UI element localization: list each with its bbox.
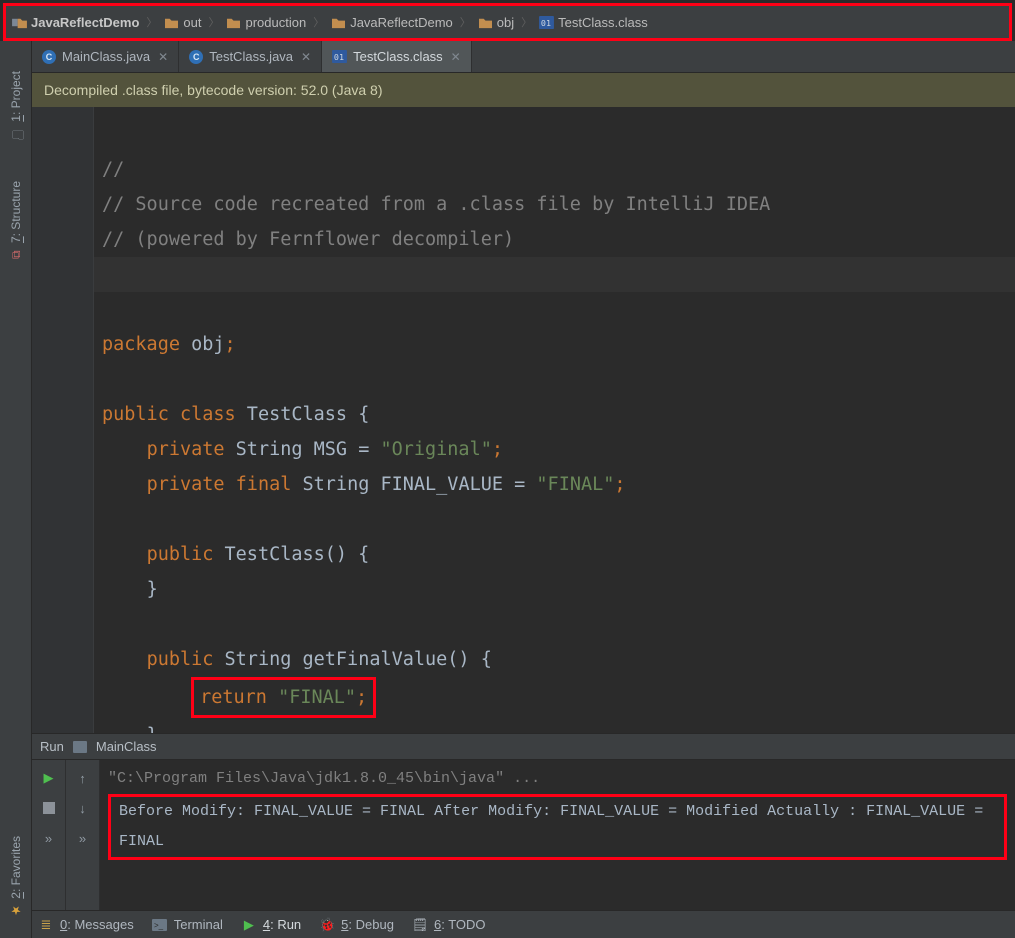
highlighted-output: Before Modify: FINAL_VALUE = FINAL After… [108, 794, 1007, 860]
run-config-name: MainClass [96, 739, 157, 754]
project-icon: 🗀 [9, 127, 23, 141]
breadcrumb-label: JavaReflectDemo [31, 15, 139, 30]
folder-icon [331, 16, 346, 29]
tab-testclass-java[interactable]: C TestClass.java ✕ [179, 41, 322, 72]
breadcrumb-label: out [183, 15, 201, 30]
project-root-icon [12, 16, 27, 29]
close-icon[interactable]: ✕ [156, 50, 168, 64]
console-command: "C:\Program Files\Java\jdk1.8.0_45\bin\j… [108, 770, 540, 787]
app-icon [72, 740, 88, 754]
decompiled-notice: Decompiled .class file, bytecode version… [32, 73, 1015, 107]
breadcrumb-item[interactable]: JavaReflectDemo [12, 15, 139, 30]
chevron-right-icon: 〉 [520, 14, 533, 30]
gutter[interactable] [32, 107, 94, 733]
editor-column: C MainClass.java ✕ C TestClass.java ✕ 01… [32, 41, 1015, 938]
breadcrumb-label: TestClass.class [558, 15, 648, 30]
star-icon: ★ [9, 904, 23, 918]
tool-messages[interactable]: ≣ 0: Messages [38, 917, 134, 932]
terminal-icon: >_ [152, 918, 168, 932]
run-title: Run [40, 739, 64, 754]
tab-label: TestClass.class [353, 49, 443, 64]
breadcrumb-label: JavaReflectDemo [350, 15, 453, 30]
todo-icon: 🗒 [412, 918, 428, 932]
svg-text:>_: >_ [154, 921, 164, 930]
close-icon[interactable]: ✕ [449, 50, 461, 64]
up-icon[interactable]: ↑ [73, 768, 93, 788]
down-icon[interactable]: ↓ [73, 798, 93, 818]
structure-icon: ⧉ [9, 248, 23, 262]
breadcrumb-item[interactable]: production [226, 15, 306, 30]
main-area: 🗀 1: Project ⧉ 7: Structure ★ 2: Favorit… [0, 41, 1015, 938]
tool-window-project[interactable]: 🗀 1: Project [9, 71, 23, 141]
folder-icon [226, 16, 241, 29]
chevron-right-icon: 〉 [312, 14, 325, 30]
bottom-tool-bar: ≣ 0: Messages >_ Terminal ▶ 4: Run 🐞 5: … [32, 910, 1015, 938]
more-button[interactable]: » [39, 828, 59, 848]
messages-icon: ≣ [38, 918, 54, 932]
ide-window: JavaReflectDemo 〉 out 〉 production 〉 Jav… [0, 0, 1015, 938]
run-icon: ▶ [241, 918, 257, 932]
class-file-icon: 01 [539, 16, 554, 29]
class-file-icon: 01 [332, 50, 347, 63]
chevron-right-icon: 〉 [145, 14, 158, 30]
breadcrumb[interactable]: JavaReflectDemo 〉 out 〉 production 〉 Jav… [3, 3, 1012, 41]
breadcrumb-label: production [245, 15, 306, 30]
close-icon[interactable]: ✕ [299, 50, 311, 64]
tab-testclass-class[interactable]: 01 TestClass.class ✕ [322, 41, 472, 72]
tool-run[interactable]: ▶ 4: Run [241, 917, 301, 932]
svg-text:01: 01 [334, 52, 344, 62]
more-button[interactable]: » [73, 828, 93, 848]
tool-terminal[interactable]: >_ Terminal [152, 917, 223, 932]
breadcrumb-label: obj [497, 15, 514, 30]
tool-window-structure[interactable]: ⧉ 7: Structure [9, 181, 23, 262]
java-icon: C [42, 50, 56, 64]
editor-tabs: C MainClass.java ✕ C TestClass.java ✕ 01… [32, 41, 1015, 73]
breadcrumb-item[interactable]: obj [478, 15, 514, 30]
java-icon: C [189, 50, 203, 64]
run-controls: ▶ » ↑ ↓ » [32, 760, 100, 910]
breadcrumb-item[interactable]: JavaReflectDemo [331, 15, 453, 30]
breadcrumb-item[interactable]: 01 TestClass.class [539, 15, 648, 30]
run-tool-window: Run MainClass ▶ » ↑ ↓ » [32, 733, 1015, 910]
tab-label: TestClass.java [209, 49, 293, 64]
bug-icon: 🐞 [319, 918, 335, 932]
svg-text:01: 01 [541, 18, 551, 28]
editor[interactable]: // // Source code recreated from a .clas… [32, 107, 1015, 733]
tool-debug[interactable]: 🐞 5: Debug [319, 917, 394, 932]
folder-icon [478, 16, 493, 29]
chevron-right-icon: 〉 [207, 14, 220, 30]
left-tool-strip: 🗀 1: Project ⧉ 7: Structure ★ 2: Favorit… [0, 41, 32, 938]
chevron-right-icon: 〉 [459, 14, 472, 30]
tab-mainclass[interactable]: C MainClass.java ✕ [32, 41, 179, 72]
rerun-button[interactable]: ▶ [39, 768, 59, 788]
breadcrumb-item[interactable]: out [164, 15, 201, 30]
tab-label: MainClass.java [62, 49, 150, 64]
tool-todo[interactable]: 🗒 6: TODO [412, 917, 486, 932]
folder-icon [164, 16, 179, 29]
code-area[interactable]: // // Source code recreated from a .clas… [94, 107, 1015, 733]
stop-button[interactable] [39, 798, 59, 818]
run-header[interactable]: Run MainClass [32, 734, 1015, 760]
console-output[interactable]: "C:\Program Files\Java\jdk1.8.0_45\bin\j… [100, 760, 1015, 910]
tool-window-favorites[interactable]: ★ 2: Favorites [9, 836, 23, 918]
